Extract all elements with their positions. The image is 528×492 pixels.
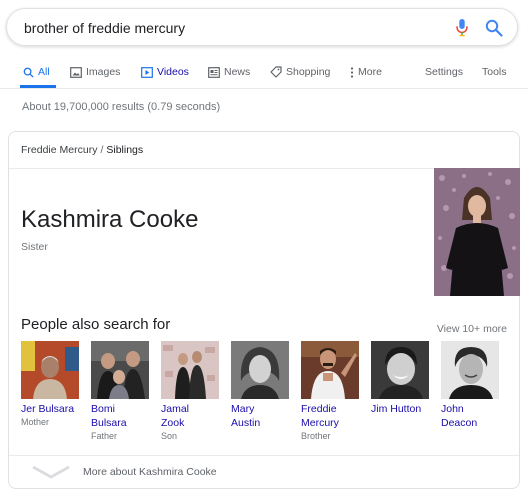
search-bar[interactable] — [6, 8, 518, 46]
person-name: Jim Hutton — [371, 403, 422, 415]
person-photo[interactable] — [371, 341, 429, 399]
search-tabs: All Images Videos News Shopping More Set… — [0, 66, 528, 82]
person-photo[interactable] — [91, 341, 149, 399]
breadcrumb-separator: / — [100, 144, 104, 156]
entity-photo[interactable] — [434, 168, 520, 296]
person-photo[interactable] — [21, 341, 79, 399]
knowledge-panel: Freddie Mercury / Siblings Kashmira Cooke … — [8, 131, 520, 489]
search-icon[interactable] — [485, 19, 503, 37]
person-name: Freddie Mercury — [301, 403, 339, 429]
divider — [9, 455, 519, 456]
view-more-link[interactable]: View 10+ more — [437, 323, 507, 335]
settings-link[interactable]: Settings — [425, 66, 463, 78]
video-icon — [141, 66, 153, 78]
person-card[interactable]: Freddie Mercury Brother — [301, 341, 361, 443]
person-card[interactable]: Jer Bulsara Mother — [21, 341, 81, 429]
entity-name: Kashmira Cooke — [21, 206, 199, 233]
breadcrumb-parent[interactable]: Freddie Mercury — [21, 144, 97, 156]
person-card[interactable]: Bomi Bulsara Father — [91, 341, 151, 443]
search-input[interactable] — [24, 18, 424, 38]
chevron-down-icon[interactable] — [31, 465, 71, 479]
search-icon — [23, 67, 34, 78]
tab-label: All — [38, 66, 50, 78]
more-about-link[interactable]: More about Kashmira Cooke — [83, 466, 217, 478]
person-relation: Brother — [301, 431, 331, 441]
person-name: Jamal Zook — [161, 403, 190, 429]
tab-label: Images — [86, 66, 121, 78]
tab-label: Videos — [157, 66, 189, 78]
person-relation: Mother — [21, 417, 50, 427]
person-card[interactable]: John Deacon — [441, 341, 501, 430]
tab-all[interactable]: All — [23, 66, 50, 78]
breadcrumb: Freddie Mercury / Siblings — [21, 144, 143, 156]
person-relation: Son — [161, 431, 178, 441]
image-icon — [70, 66, 82, 78]
person-card[interactable]: Jamal Zook Son — [161, 341, 221, 443]
tab-label: More — [358, 66, 382, 78]
person-name: John Deacon — [441, 403, 478, 429]
person-name: Bomi Bulsara — [91, 403, 127, 429]
person-card[interactable]: Mary Austin — [231, 341, 291, 430]
person-relation: Father — [91, 431, 118, 441]
person-photo[interactable] — [161, 341, 219, 399]
person-card[interactable]: Jim Hutton — [371, 341, 431, 416]
person-photo[interactable] — [231, 341, 289, 399]
tab-videos[interactable]: Videos — [141, 66, 189, 78]
person-name: Mary Austin — [231, 403, 261, 429]
person-photo[interactable] — [441, 341, 499, 399]
tools-link[interactable]: Tools — [482, 66, 507, 78]
tab-news[interactable]: News — [208, 66, 250, 78]
results-count: About 19,700,000 results (0.79 seconds) — [22, 101, 221, 113]
tab-images[interactable]: Images — [70, 66, 120, 78]
entity-type: Sister — [21, 241, 48, 253]
person-photo[interactable] — [301, 341, 359, 399]
tab-more[interactable]: More — [350, 66, 382, 78]
microphone-icon[interactable] — [455, 19, 469, 37]
tab-shopping[interactable]: Shopping — [270, 66, 330, 78]
breadcrumb-current: Siblings — [106, 144, 144, 156]
person-name: Jer Bulsara — [21, 403, 75, 415]
news-icon — [208, 66, 220, 78]
tab-label: Shopping — [286, 66, 331, 78]
more-vert-icon — [350, 66, 354, 78]
tag-icon — [270, 66, 282, 78]
tab-label: News — [224, 66, 251, 78]
people-also-search-title: People also search for — [21, 316, 171, 333]
tabs-divider — [0, 88, 528, 89]
